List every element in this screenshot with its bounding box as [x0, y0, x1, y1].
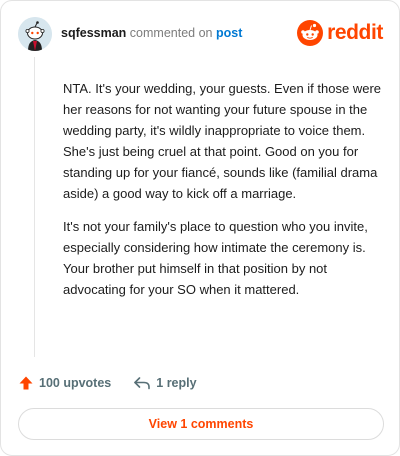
reply-button[interactable]: 1 reply [133, 376, 197, 390]
upvote-button[interactable]: 100 upvotes [18, 375, 111, 391]
reddit-wordmark: reddit [327, 21, 383, 44]
reply-count: 1 reply [156, 376, 197, 390]
comment-actions: 100 upvotes 1 reply [18, 373, 197, 393]
comment-header: sqfessman commented on post reddit [18, 17, 383, 51]
commented-on-text: commented on [129, 26, 213, 40]
upvote-arrow-icon [19, 376, 33, 390]
snoo-avatar-icon [18, 17, 52, 51]
reddit-snoo-icon [297, 20, 324, 46]
post-link[interactable]: post [216, 26, 242, 40]
embedded-comment-card: sqfessman commented on post reddit NTA. … [0, 0, 400, 456]
view-comments-button[interactable]: View 1 comments [18, 408, 384, 440]
comment-meta: sqfessman commented on post [61, 26, 242, 40]
comment-paragraph: It's not your family's place to question… [63, 219, 368, 297]
reply-arrow-icon [134, 377, 151, 390]
thread-line [34, 57, 35, 357]
upvote-count: 100 upvotes [39, 376, 112, 390]
comment-body: NTA. It's your wedding, your guests. Eve… [63, 78, 385, 312]
comment-paragraph: NTA. It's your wedding, your guests. Eve… [63, 81, 381, 201]
username-link[interactable]: sqfessman [61, 26, 126, 40]
reddit-brand[interactable]: reddit [297, 19, 383, 47]
user-avatar[interactable] [18, 17, 52, 51]
